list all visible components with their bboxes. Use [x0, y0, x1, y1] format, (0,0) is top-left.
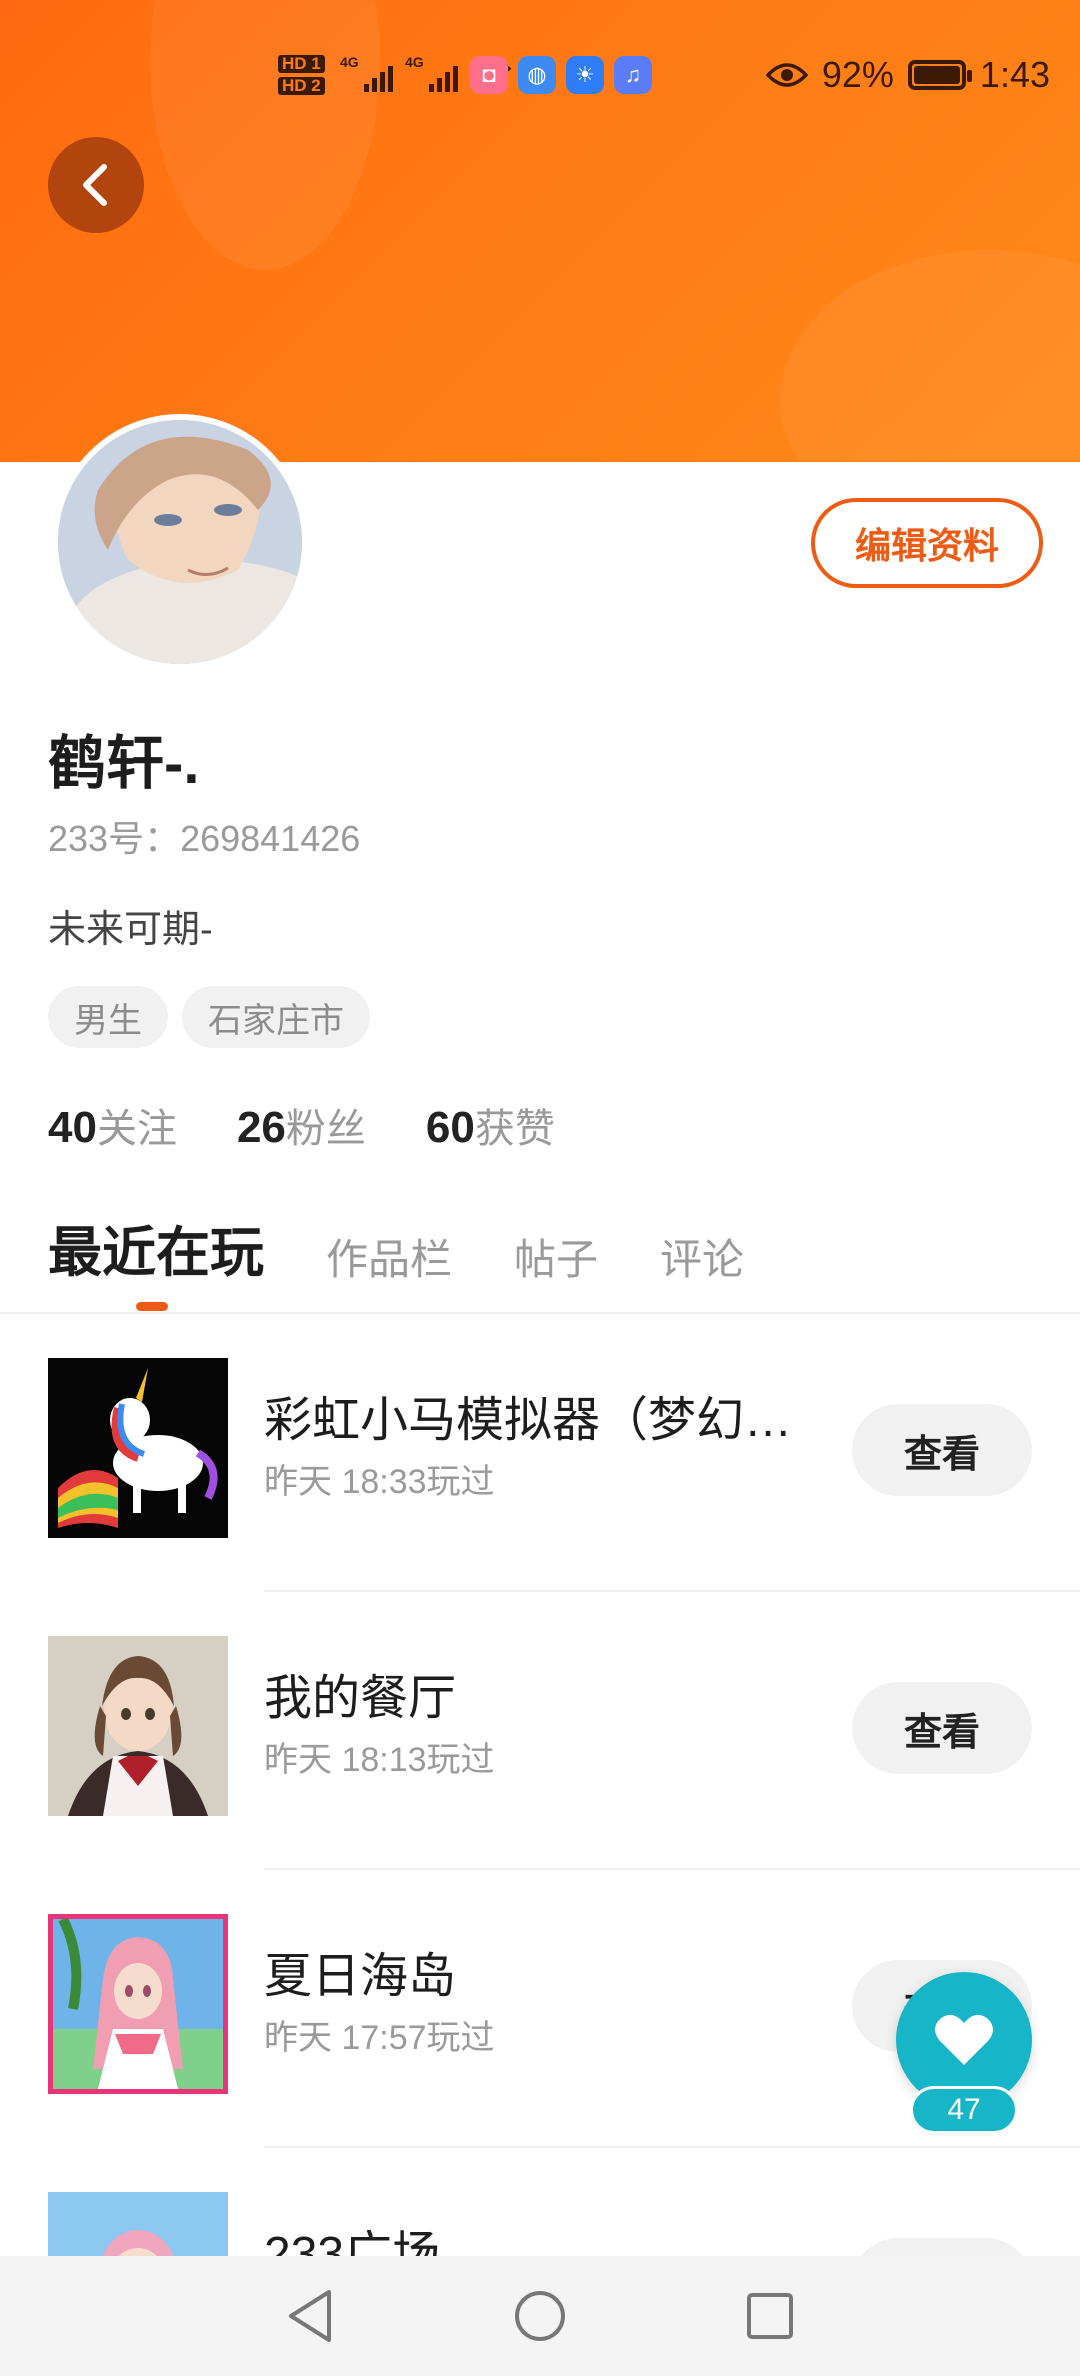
tab-works[interactable]: 作品栏	[326, 1226, 452, 1287]
lightbulb-icon: ☀	[566, 56, 604, 94]
profile-stats: 40 关注 26 粉丝 60 获赞	[48, 1096, 555, 1154]
profile-id: 233号：269841426	[48, 818, 361, 859]
notification-app-icons: ◘ ◍ ☀ ♫	[470, 40, 652, 110]
triangle-back-icon	[289, 2290, 331, 2342]
status-right: 92% 1:43	[765, 40, 1050, 110]
tab-posts[interactable]: 帖子	[514, 1226, 598, 1287]
battery-icon	[907, 60, 972, 90]
browser-icon: ◍	[518, 56, 556, 94]
likes-stat[interactable]: 60 获赞	[426, 1096, 555, 1154]
hd2-badge: HD 2	[278, 77, 325, 95]
game-thumbnail	[48, 1636, 228, 1816]
signal-strength-icon: 4G	[405, 54, 458, 92]
eye-icon	[765, 63, 808, 87]
nav-recents-button[interactable]	[740, 2286, 800, 2346]
tab-comments[interactable]: 评论	[660, 1226, 744, 1287]
game-thumbnail	[48, 1914, 228, 2094]
location-tag: 石家庄市	[182, 986, 370, 1048]
game-title: 我的餐厅	[264, 1672, 457, 1725]
nav-home-button[interactable]	[510, 2286, 570, 2346]
active-tab-indicator	[136, 1302, 168, 1311]
nav-back-button[interactable]	[280, 2286, 340, 2346]
status-bar: HD 1 HD 2 4G 4G ◘ ◍ ☀ ♫ 92% 1:43	[0, 40, 1080, 110]
view-button[interactable]: 查看	[852, 1404, 1032, 1496]
following-stat[interactable]: 40 关注	[48, 1096, 177, 1154]
game-title: 夏日海岛	[264, 1950, 457, 2003]
signal-strength-icon: 4G	[340, 54, 393, 92]
followers-stat[interactable]: 26 粉丝	[237, 1096, 366, 1154]
profile-tags: 男生 石家庄市	[48, 986, 370, 1048]
tab-recently-played[interactable]: 最近在玩	[48, 1208, 264, 1287]
game-last-played: 昨天 18:33玩过	[264, 1463, 495, 1501]
likes-label: 获赞	[474, 1107, 555, 1151]
list-item[interactable]: 我的餐厅 昨天 18:13玩过 查看	[0, 1592, 1080, 1870]
music-icon: ♫	[614, 56, 652, 94]
like-count-badge: 47	[910, 2086, 1018, 2134]
game-thumbnail	[48, 1358, 228, 1538]
view-button[interactable]: 查看	[852, 1682, 1032, 1774]
circle-home-icon	[515, 2291, 565, 2341]
profile-name: 鹤轩-.	[48, 731, 200, 796]
clock: 1:43	[979, 54, 1050, 95]
profile-bio: 未来可期-	[48, 909, 213, 951]
followers-count: 26	[236, 1103, 286, 1152]
square-recents-icon	[747, 2293, 793, 2339]
system-navigation-bar	[0, 2256, 1080, 2376]
game-title: 彩虹小马模拟器（梦幻…	[264, 1394, 793, 1447]
avatar[interactable]	[52, 414, 308, 670]
hd-indicators: HD 1 HD 2	[278, 40, 325, 110]
network-type-1: 4G	[340, 54, 359, 70]
gender-tag: 男生	[48, 986, 168, 1048]
chevron-left-icon	[83, 164, 107, 206]
likes-count: 60	[425, 1103, 475, 1152]
avatar-image	[58, 420, 302, 664]
edit-profile-button[interactable]: 编辑资料	[811, 498, 1043, 588]
followers-label: 粉丝	[285, 1107, 366, 1151]
list-item[interactable]: 彩虹小马模拟器（梦幻… 昨天 18:33玩过 查看	[0, 1314, 1080, 1592]
following-label: 关注	[96, 1107, 177, 1151]
network-type-2: 4G	[405, 54, 424, 70]
battery-percent: 92%	[821, 54, 894, 95]
back-button[interactable]	[48, 137, 144, 233]
shopping-bag-icon: ◘	[470, 56, 508, 94]
profile-tabs: 最近在玩 作品栏 帖子 评论	[48, 1208, 744, 1287]
game-last-played: 昨天 17:57玩过	[264, 2019, 495, 2057]
following-count: 40	[48, 1103, 97, 1152]
hd1-badge: HD 1	[278, 55, 325, 73]
game-last-played: 昨天 18:13玩过	[264, 1741, 495, 1779]
heart-icon	[935, 2014, 993, 2065]
